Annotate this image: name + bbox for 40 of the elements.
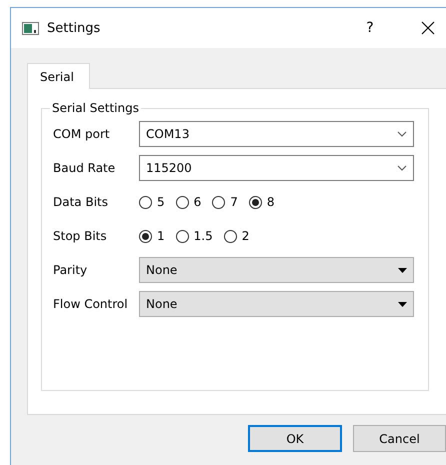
radio-label: 5 bbox=[157, 195, 165, 209]
app-icon bbox=[22, 22, 39, 34]
field-label: Data Bits bbox=[53, 195, 109, 209]
radio-button[interactable] bbox=[139, 196, 152, 208]
radio-label: 2 bbox=[242, 229, 250, 243]
tab[interactable]: Serial bbox=[27, 63, 90, 89]
radio-button[interactable] bbox=[139, 230, 152, 242]
chevron-icon bbox=[397, 131, 407, 137]
field-label: Baud Rate bbox=[53, 161, 116, 175]
radio-button[interactable] bbox=[248, 196, 262, 208]
dropdown[interactable]: None bbox=[139, 257, 414, 283]
cancel-button[interactable]: Cancel bbox=[353, 425, 446, 452]
combo-value: COM13 bbox=[146, 127, 190, 141]
help-button[interactable]: ? bbox=[355, 20, 385, 36]
ok-button[interactable]: OK bbox=[248, 425, 342, 452]
radio-label: 8 bbox=[266, 195, 275, 209]
group-title: Serial Settings bbox=[51, 101, 140, 115]
dropdown[interactable]: None bbox=[139, 291, 414, 317]
radio-button[interactable] bbox=[176, 196, 189, 208]
dropdown-value: None bbox=[146, 263, 178, 277]
radio-button[interactable] bbox=[212, 196, 226, 208]
radio-label: 7 bbox=[230, 195, 238, 209]
close-icon bbox=[421, 21, 435, 35]
field-label: Stop Bits bbox=[53, 229, 108, 243]
caret-icon bbox=[398, 302, 407, 306]
field-label: Flow Control bbox=[53, 297, 129, 311]
radio-label: 1 bbox=[157, 229, 165, 243]
window-title: Settings bbox=[47, 20, 102, 36]
chevron-icon bbox=[397, 165, 407, 171]
dropdown-value: None bbox=[146, 297, 178, 311]
combo-value: 115200 bbox=[146, 161, 192, 175]
radio-button[interactable] bbox=[224, 230, 237, 242]
radio-label: 6 bbox=[194, 195, 202, 209]
radio-button[interactable] bbox=[176, 230, 189, 242]
radio-label: 1.5 bbox=[194, 229, 213, 243]
combo-box[interactable]: 115200 bbox=[139, 155, 414, 181]
field-label: Parity bbox=[53, 263, 88, 277]
caret-icon bbox=[398, 268, 407, 272]
field-label: COM port bbox=[53, 127, 111, 141]
combo-box[interactable]: COM13 bbox=[139, 121, 414, 147]
